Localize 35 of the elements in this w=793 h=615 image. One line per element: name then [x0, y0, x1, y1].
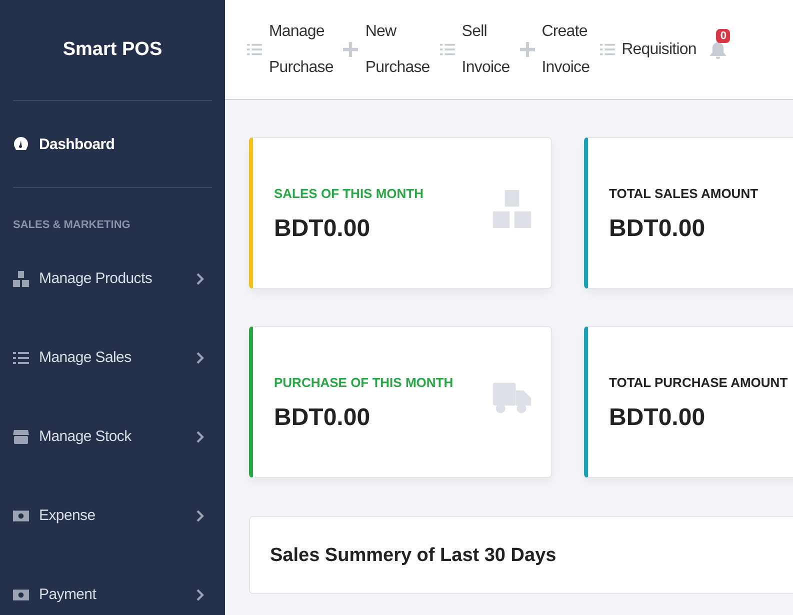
- store-icon: [13, 428, 29, 444]
- plus-icon: [343, 42, 358, 57]
- card-value: BDT0.00: [609, 404, 706, 432]
- boxes-icon: [13, 270, 29, 286]
- sidebar-item[interactable]: Manage Sales: [13, 318, 212, 397]
- nav-link[interactable]: Requisition: [600, 32, 696, 68]
- card-title: PURCHASE OF THIS MONTH: [274, 375, 454, 390]
- nav-link[interactable]: Manage Purchase: [247, 14, 334, 86]
- list-icon: [440, 42, 455, 57]
- card-value: BDT0.00: [609, 215, 706, 243]
- list-icon: [13, 350, 29, 366]
- money-icon: [13, 586, 29, 602]
- card-value: BDT0.00: [274, 404, 372, 432]
- plus-icon: [520, 42, 535, 57]
- card-title: TOTAL SALES AMOUNT: [609, 186, 758, 201]
- brand-title: Smart POS: [62, 38, 164, 62]
- list-icon: [247, 42, 262, 57]
- panel-title: Sales Summery of Last 30 Days: [270, 545, 558, 567]
- sidebar-item[interactable]: Manage Stock: [13, 397, 212, 476]
- bell-icon[interactable]: [710, 40, 726, 58]
- gauge-icon: [13, 136, 29, 152]
- section-heading: SALES & MARKETING: [13, 218, 132, 233]
- card-title: TOTAL PURCHASE AMOUNT: [609, 375, 788, 390]
- list-icon: [600, 42, 615, 57]
- notification-badge: 0: [716, 28, 730, 42]
- nav-link[interactable]: New Purchase: [343, 14, 430, 86]
- sidebar-item[interactable]: Payment: [13, 555, 212, 615]
- sidebar-item[interactable]: Expense: [13, 476, 212, 555]
- card-title: SALES OF THIS MONTH: [274, 186, 424, 201]
- money-icon: [13, 508, 29, 524]
- nav-link[interactable]: Create Invoice: [520, 14, 590, 86]
- card-value: BDT0.00: [274, 215, 372, 243]
- sidebar-item[interactable]: Dashboard: [13, 101, 212, 187]
- nav-link[interactable]: Sell Invoice: [440, 14, 510, 86]
- sidebar-item[interactable]: Manage Products: [13, 239, 212, 318]
